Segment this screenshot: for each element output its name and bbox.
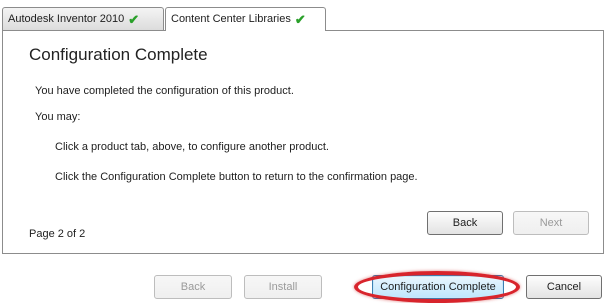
panel-next-button[interactable]: Next (513, 211, 589, 235)
tab-content-center-libraries[interactable]: Content Center Libraries ✔ (165, 7, 326, 31)
tab-label: Autodesk Inventor 2010 (8, 12, 125, 25)
page-indicator: Page 2 of 2 (29, 228, 86, 240)
tab-label: Content Center Libraries (171, 13, 291, 25)
configuration-panel: Configuration Complete You have complete… (2, 30, 604, 254)
intro-text: You have completed the configuration of … (35, 85, 294, 97)
check-icon: ✔ (128, 11, 140, 27)
panel-back-button[interactable]: Back (427, 211, 503, 235)
tab-autodesk-inventor-2010[interactable]: Autodesk Inventor 2010 ✔ (2, 7, 164, 30)
option-text-2: Click the Configuration Complete button … (55, 171, 418, 183)
you-may-text: You may: (35, 111, 81, 123)
option-text-1: Click a product tab, above, to configure… (55, 141, 329, 153)
install-button[interactable]: Install (244, 275, 322, 299)
footer-back-button[interactable]: Back (154, 275, 232, 299)
cancel-button[interactable]: Cancel (526, 275, 602, 299)
configuration-complete-button[interactable]: Configuration Complete (372, 275, 504, 299)
page-title: Configuration Complete (29, 45, 208, 64)
check-icon: ✔ (294, 12, 306, 27)
product-tabs: Autodesk Inventor 2010 ✔ Content Center … (2, 7, 326, 31)
